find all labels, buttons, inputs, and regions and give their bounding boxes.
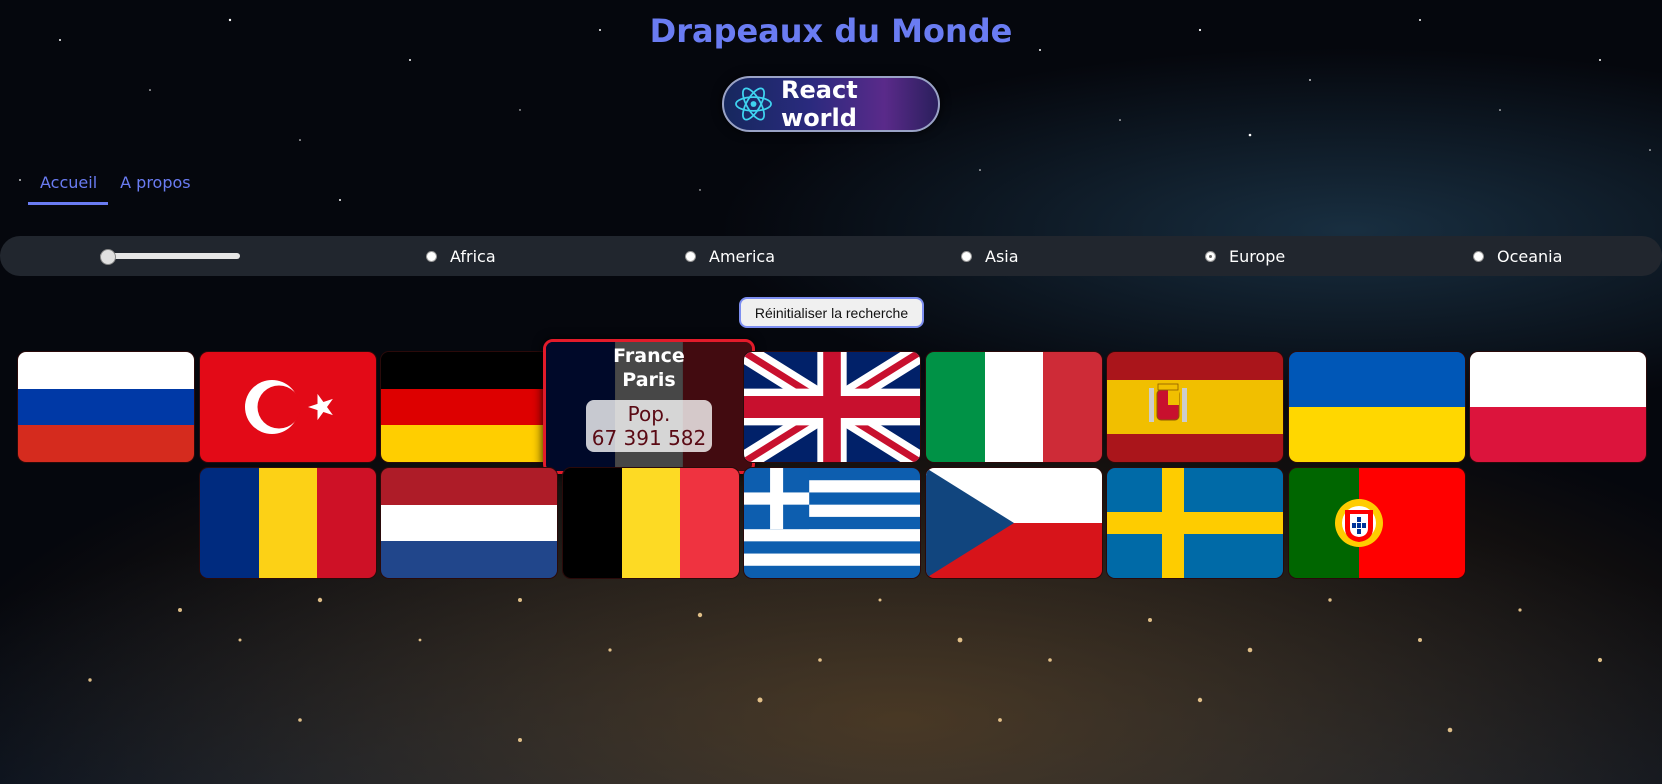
country-count-slider[interactable] <box>100 249 240 265</box>
slider-thumb[interactable] <box>100 249 116 265</box>
flag-belgium <box>563 468 739 578</box>
country-info-overlay: France Paris Pop. 67 391 582 <box>546 342 752 471</box>
radio-label: Europe <box>1229 247 1286 266</box>
flag-card-belgium[interactable] <box>563 468 739 578</box>
nav-link-accueil[interactable]: Accueil <box>28 170 109 205</box>
reset-search-button[interactable]: Réinitialiser la recherche <box>739 297 924 328</box>
radio-button[interactable] <box>961 251 972 262</box>
nav-link-a-propos[interactable]: A propos <box>108 170 201 205</box>
flag-card-sweden[interactable] <box>1107 468 1283 578</box>
flag-card-spain[interactable] <box>1107 352 1283 462</box>
flag-greece <box>744 468 920 578</box>
region-radio-asia[interactable]: Asia <box>961 247 1019 266</box>
flag-ukraine <box>1289 352 1465 462</box>
react-world-logo: React world <box>722 76 940 132</box>
flag-card-ukraine[interactable] <box>1289 352 1465 462</box>
flag-card-russia[interactable] <box>18 352 194 462</box>
flag-card-italy[interactable] <box>926 352 1102 462</box>
flag-portugal <box>1289 468 1465 578</box>
logo-text: React world <box>781 76 858 132</box>
flag-card-czechia[interactable] <box>926 468 1102 578</box>
flag-card-portugal[interactable] <box>1289 468 1465 578</box>
region-radio-america[interactable]: America <box>685 247 775 266</box>
radio-button-checked[interactable] <box>1205 251 1216 262</box>
flag-united-kingdom <box>744 352 920 462</box>
flag-card-turkey[interactable] <box>200 352 376 462</box>
main-nav: Accueil A propos <box>28 170 202 205</box>
population-label: Pop. <box>627 402 671 426</box>
flag-card-romania[interactable] <box>200 468 376 578</box>
population-box: Pop. 67 391 582 <box>585 400 713 452</box>
flag-card-greece[interactable] <box>744 468 920 578</box>
radio-label: Asia <box>985 247 1019 266</box>
filter-bar: Africa America Asia Europe Oceania <box>0 236 1662 276</box>
react-atom-icon <box>735 87 772 121</box>
flag-turkey <box>200 352 376 462</box>
slider-track <box>100 253 240 259</box>
flag-spain <box>1107 352 1283 462</box>
flag-poland <box>1470 352 1646 462</box>
population-value: 67 391 582 <box>591 426 707 450</box>
portugal-armillary-sphere-icon <box>1335 499 1383 547</box>
flag-card-poland[interactable] <box>1470 352 1646 462</box>
flag-czechia <box>926 468 1102 578</box>
region-radio-europe[interactable]: Europe <box>1205 247 1285 266</box>
flag-romania <box>200 468 376 578</box>
country-capital: Paris <box>622 369 676 391</box>
page-title: Drapeaux du Monde <box>649 12 1013 50</box>
flag-card-france[interactable]: France Paris Pop. 67 391 582 <box>543 339 755 474</box>
flag-russia <box>18 352 194 462</box>
radio-button[interactable] <box>426 251 437 262</box>
flag-card-netherlands[interactable] <box>381 468 557 578</box>
country-name: France <box>613 345 685 367</box>
radio-button[interactable] <box>685 251 696 262</box>
flag-germany <box>381 352 557 462</box>
flag-card-united-kingdom[interactable] <box>744 352 920 462</box>
region-radio-africa[interactable]: Africa <box>426 247 496 266</box>
flag-card-germany[interactable] <box>381 352 557 462</box>
radio-label: Africa <box>450 247 496 266</box>
region-radio-oceania[interactable]: Oceania <box>1473 247 1562 266</box>
flag-sweden <box>1107 468 1283 578</box>
radio-label: America <box>709 247 775 266</box>
radio-label: Oceania <box>1497 247 1563 266</box>
radio-button[interactable] <box>1473 251 1484 262</box>
flag-italy <box>926 352 1102 462</box>
flag-netherlands <box>381 468 557 578</box>
